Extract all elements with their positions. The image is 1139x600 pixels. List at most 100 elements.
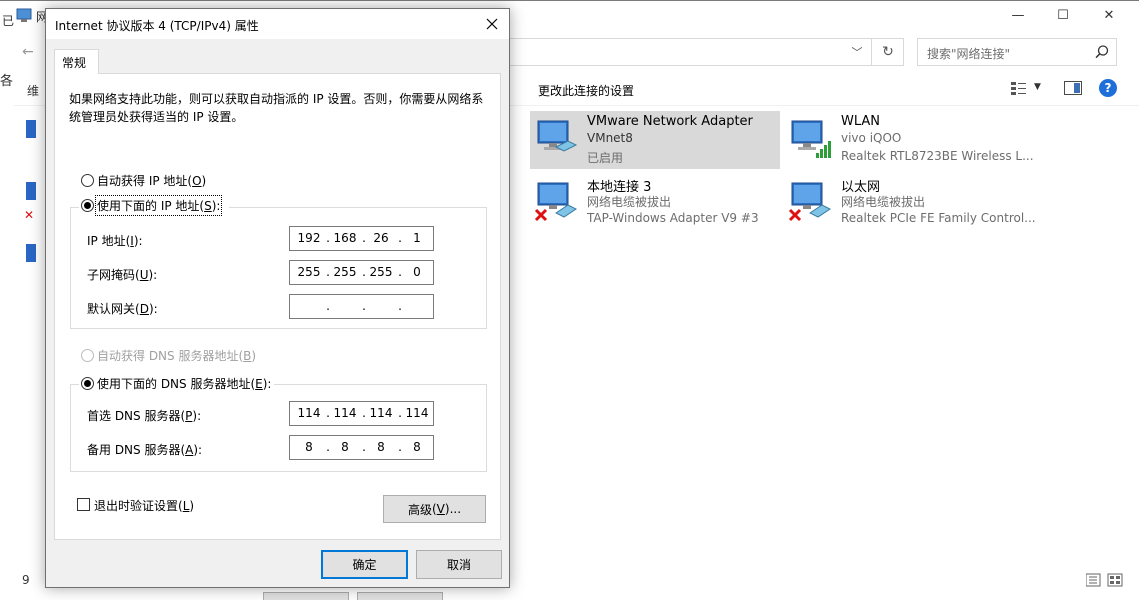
ip-address-label: IP 地址(I):: [87, 234, 143, 248]
preferred-dns-field[interactable]: 114 . 114 . 114 . 114: [289, 401, 434, 426]
dns-settings-group: 首选 DNS 服务器(P): 114 . 114 . 114 . 114 备用 …: [70, 384, 487, 472]
minimize-button[interactable]: —: [995, 4, 1041, 26]
ip-octet: 114: [405, 406, 429, 420]
tab-general[interactable]: 常规: [54, 49, 99, 74]
connection-status: 已启用: [587, 151, 624, 165]
general-tab-panel: 如果网络支持此功能，则可以获取自动指派的 IP 设置。否则，你需要从网络系统管理…: [54, 73, 501, 540]
manual-ip-radio[interactable]: [81, 199, 94, 212]
ip-octet: 0: [413, 265, 421, 279]
connection-item-wlan[interactable]: WLAN vivo iQOO Realtek RTL8723BE Wireles…: [784, 111, 1034, 169]
view-toggle-icons[interactable]: [1086, 573, 1126, 587]
tab-general-label: 常规: [62, 56, 87, 70]
connection-network: VMnet8: [587, 131, 633, 145]
left-adapter-icon-fragment: [26, 120, 36, 138]
network-adapter-icon: [537, 120, 578, 152]
connection-item-local-3[interactable]: 本地连接 3 网络电缆被拔出 TAP-Windows Adapter V9 #3: [530, 173, 780, 231]
ip-octet: 255: [333, 265, 357, 279]
dialog-title: Internet 协议版本 4 (TCP/IPv4) 属性: [55, 19, 259, 33]
octet-separator: .: [326, 299, 330, 313]
cancel-button[interactable]: 取消: [416, 550, 502, 579]
close-window-button[interactable]: ✕: [1086, 4, 1132, 26]
ip-octet: 114: [333, 406, 357, 420]
ip-octet: 114: [297, 406, 321, 420]
ipv4-properties-dialog: Internet 协议版本 4 (TCP/IPv4) 属性 常规 如果网络支持此…: [45, 8, 510, 588]
subnet-mask-label: 子网掩码(U):: [87, 268, 158, 282]
auto-ip-label[interactable]: 自动获得 IP 地址(O): [97, 172, 206, 189]
ip-settings-group: IP 地址(I): 192 . 168 . 26 . 1 子网掩码(U): 25…: [70, 207, 487, 329]
advanced-button[interactable]: 高级(V)...: [383, 495, 486, 523]
connection-item-vmnet8[interactable]: VMware Network Adapter VMnet8 已启用: [530, 111, 780, 169]
ip-octet: 1: [413, 231, 421, 245]
ip-octet: 114: [369, 406, 393, 420]
connection-device: TAP-Windows Adapter V9 #3: [587, 211, 759, 225]
connection-status: 网络电缆被拔出: [841, 195, 926, 209]
view-dropdown-icon[interactable]: ▼: [1034, 82, 1041, 92]
left-adapter-icon-fragment: [26, 182, 36, 200]
advanced-button-suffix: ...: [449, 502, 462, 516]
ip-octet: 26: [373, 231, 389, 245]
ip-octet: 8: [413, 440, 421, 454]
ip-octet: 8: [341, 440, 349, 454]
preferred-dns-label: 首选 DNS 服务器(P):: [87, 409, 202, 423]
left-adapter-icon-fragment: [26, 244, 36, 262]
octet-separator: .: [398, 299, 402, 313]
connection-status: 网络电缆被拔出: [587, 195, 672, 209]
ip-octet: 255: [297, 265, 321, 279]
ip-octet: 8: [305, 440, 313, 454]
auto-dns-label[interactable]: 自动获得 DNS 服务器地址(B): [97, 347, 256, 364]
ip-octet: 168: [333, 231, 357, 245]
connection-name: VMware Network Adapter: [587, 114, 753, 129]
status-item-count: 9: [22, 573, 30, 587]
search-placeholder: 搜索"网络连接": [927, 47, 1011, 61]
ip-octet: 192: [297, 231, 321, 245]
search-input[interactable]: 搜索"网络连接": [917, 38, 1117, 66]
validate-label[interactable]: 退出时验证设置(L): [94, 497, 194, 514]
network-folder-icon: [16, 8, 32, 22]
connection-network: vivo iQOO: [841, 131, 902, 145]
left-error-icon-fragment: ✕: [24, 208, 35, 222]
back-arrow-icon[interactable]: ←: [22, 44, 34, 60]
default-gateway-field[interactable]: . . .: [289, 294, 434, 319]
validate-checkbox[interactable]: [77, 498, 90, 511]
disconnected-adapter-icon: [534, 182, 577, 222]
maximize-button[interactable]: ☐: [1040, 4, 1086, 26]
manual-ip-label[interactable]: 使用下面的 IP 地址(S):: [94, 195, 223, 216]
auto-ip-radio[interactable]: [81, 174, 94, 187]
view-options-icon[interactable]: [1010, 80, 1028, 98]
window-border: [0, 0, 1139, 1]
close-icon: [486, 18, 498, 30]
disconnected-adapter-icon: [788, 182, 831, 222]
dialog-close-button[interactable]: [479, 12, 505, 36]
ip-octet: 255: [369, 265, 393, 279]
connection-name: WLAN: [841, 114, 881, 129]
default-gateway-label: 默认网关(D):: [87, 302, 158, 316]
manual-dns-label[interactable]: 使用下面的 DNS 服务器地址(E):: [97, 375, 271, 392]
wireless-adapter-icon: [791, 120, 831, 158]
refresh-icon[interactable]: ↻: [871, 38, 904, 66]
connection-device: Realtek PCIe FE Family Control...: [841, 211, 1036, 225]
address-dropdown-icon[interactable]: ﹀: [845, 40, 869, 64]
auto-dns-radio[interactable]: [81, 349, 94, 362]
connection-device: Realtek RTL8723BE Wireless L...: [841, 149, 1034, 163]
alternate-dns-label: 备用 DNS 服务器(A):: [87, 443, 203, 457]
search-icon: [1095, 45, 1109, 59]
preview-pane-icon[interactable]: [1064, 81, 1082, 95]
background-button-fragment: [263, 592, 349, 600]
ip-address-field[interactable]: 192 . 168 . 26 . 1: [289, 226, 434, 251]
dialog-titlebar[interactable]: Internet 协议版本 4 (TCP/IPv4) 属性: [46, 9, 509, 39]
advanced-button-label: 高级: [407, 502, 432, 517]
octet-separator: .: [362, 299, 366, 313]
background-button-fragment: [357, 592, 443, 600]
alternate-dns-field[interactable]: 8 . 8 . 8 . 8: [289, 435, 434, 460]
left-fragment-text: 各: [0, 74, 14, 89]
subnet-mask-field[interactable]: 255 . 255 . 255 . 0: [289, 260, 434, 285]
manual-dns-radio[interactable]: [81, 377, 94, 390]
connection-item-ethernet[interactable]: 以太网 网络电缆被拔出 Realtek PCIe FE Family Contr…: [784, 173, 1036, 231]
ok-button[interactable]: 确定: [321, 550, 408, 579]
advanced-button-key: V: [436, 502, 445, 516]
window-left-fragment: 已: [2, 14, 15, 28]
help-icon[interactable]: ?: [1099, 79, 1117, 97]
description-text: 如果网络支持此功能，则可以获取自动指派的 IP 设置。否则，你需要从网络系统管理…: [69, 92, 484, 124]
change-settings-command[interactable]: 更改此连接的设置: [538, 82, 634, 99]
ip-octet: 8: [377, 440, 385, 454]
